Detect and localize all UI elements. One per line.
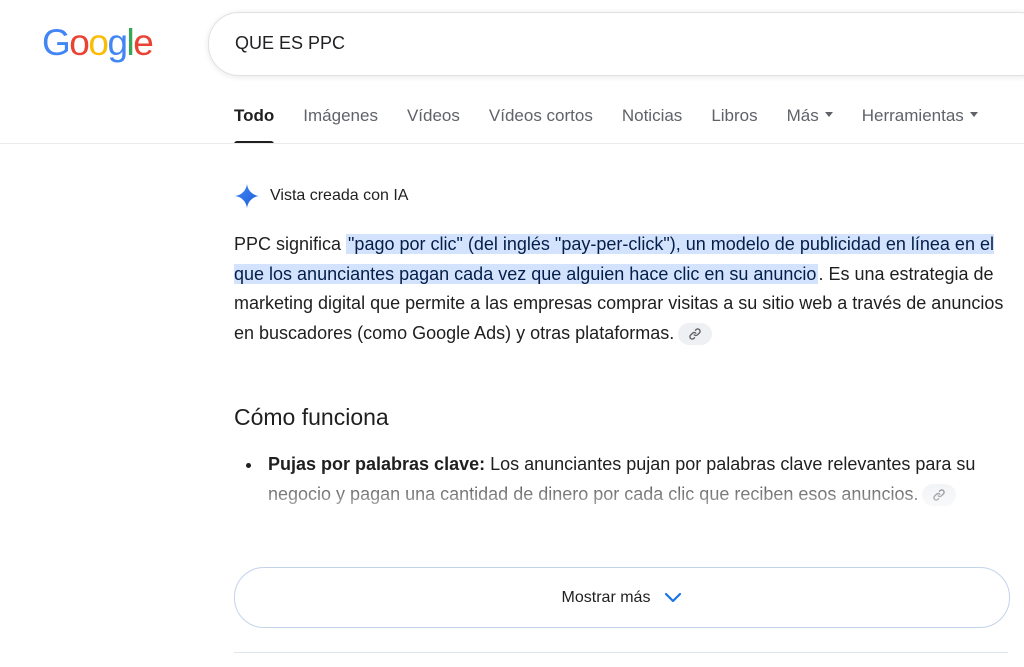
bullet-dot xyxy=(246,463,251,468)
logo-letter: o xyxy=(88,22,109,63)
tab-mas[interactable]: Más xyxy=(787,106,833,144)
logo-letter: e xyxy=(133,22,154,63)
show-more-label: Mostrar más xyxy=(561,588,651,606)
tab-label: Todo xyxy=(234,106,275,125)
tab-videos-cortos[interactable]: Vídeos cortos xyxy=(489,106,593,144)
tab-label: Noticias xyxy=(621,106,683,125)
logo-letter: G xyxy=(42,22,71,63)
tabs-divider xyxy=(0,143,1024,144)
show-more-button[interactable]: Mostrar más xyxy=(234,567,1010,628)
tab-imagenes[interactable]: Imágenes xyxy=(303,106,378,144)
ai-overview-title: Vista creada con IA xyxy=(270,187,409,204)
tab-label: Imágenes xyxy=(303,106,378,125)
citation-link-button[interactable] xyxy=(922,483,957,506)
tab-noticias[interactable]: Noticias xyxy=(622,106,682,144)
gemini-sparkle-icon xyxy=(235,184,259,208)
logo-letter: o xyxy=(69,22,90,63)
logo-letter: g xyxy=(107,22,128,63)
tab-libros[interactable]: Libros xyxy=(711,106,757,144)
logo-letter: l xyxy=(126,22,135,63)
section-heading: Cómo funciona xyxy=(234,404,389,430)
ai-overview-header: Vista creada con IA xyxy=(234,183,408,209)
chevron-down-icon xyxy=(665,592,682,602)
tab-label: Libros xyxy=(711,106,758,125)
link-icon xyxy=(933,489,946,501)
bullet-text: Pujas por palabras clave: Los anunciante… xyxy=(268,450,986,509)
link-icon xyxy=(689,328,701,340)
caret-down-icon xyxy=(969,112,978,118)
list-item: Pujas por palabras clave: Los anunciante… xyxy=(246,450,986,509)
caret-down-icon xyxy=(824,112,833,118)
tab-label: Vídeos cortos xyxy=(488,106,593,125)
google-logo[interactable]: Google xyxy=(42,22,154,64)
tab-label: Más xyxy=(786,106,819,125)
search-tabs: Todo Imágenes Vídeos Vídeos cortos Notic… xyxy=(234,106,1007,144)
section-divider xyxy=(234,652,1008,653)
citation-link-button[interactable] xyxy=(678,322,713,345)
tab-videos[interactable]: Vídeos xyxy=(407,106,460,144)
bullet-bold-label: Pujas por palabras clave: xyxy=(268,454,486,474)
search-input[interactable]: QUE ES PPC xyxy=(235,33,345,54)
intro-text: PPC significa xyxy=(234,234,347,254)
tab-label: Herramientas xyxy=(861,106,964,125)
tab-todo[interactable]: Todo xyxy=(234,106,275,144)
ai-overview-paragraph: PPC significa "pago por clic" (del inglé… xyxy=(234,230,1004,348)
tab-herramientas[interactable]: Herramientas xyxy=(862,106,978,144)
tab-label: Vídeos xyxy=(406,106,460,125)
search-box[interactable]: QUE ES PPC xyxy=(208,12,1024,76)
